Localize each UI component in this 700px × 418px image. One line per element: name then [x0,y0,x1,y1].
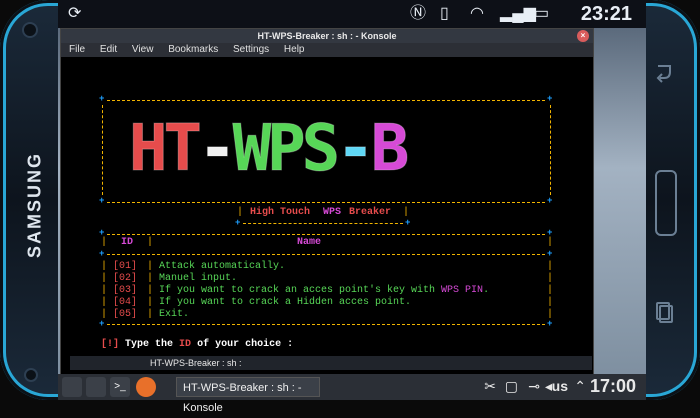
menu-edit[interactable]: Edit [100,44,117,55]
row-name: If you want to crack an acces point's ke… [159,285,490,296]
firefox-icon[interactable] [136,377,156,397]
taskbar: >_ HT-WPS-Breaker : sh : - Konsole ✂ ▢ ⊸… [58,374,646,414]
nfc-icon: Ⓝ [410,5,427,22]
row-id: [03] [113,285,138,296]
table-bar: | [147,237,154,248]
subtitle-wps: WPS [323,207,342,218]
home-button[interactable] [655,170,677,236]
camera-icon [22,22,38,38]
frame-right [550,105,551,195]
brand-logo: SAMSUNG [24,151,45,259]
status-time: 23:21 [580,3,632,25]
menu-view[interactable]: View [132,44,154,55]
frame-corner: + [547,319,553,329]
row-name: Manuel input. [159,273,238,284]
frame-corner: + [99,196,105,206]
battery-icon: ▭ [534,5,550,22]
table-header-name: Name [297,237,322,248]
frame-left [102,105,103,195]
menu-bar: File Edit View Bookmarks Settings Help [61,43,593,57]
android-status-bar: ⟳ Ⓝ ▯ ◠ ▂▄▆ ▭ 23:21 [58,0,646,28]
menu-bookmarks[interactable]: Bookmarks [168,44,218,55]
back-icon[interactable] [652,60,676,84]
terminal-icon[interactable]: >_ [110,377,130,397]
desktop-icon[interactable] [86,377,106,397]
konsole-window: HT-WPS-Breaker : sh : - Konsole × File E… [60,28,594,378]
table-top [107,234,545,235]
sensor-icon [24,368,38,382]
app-launcher-icon[interactable] [62,377,82,397]
table-bar: | [101,237,108,248]
window-title[interactable]: HT-WPS-Breaker : sh : - Konsole × [61,29,593,43]
table-bar: | [547,237,554,248]
prompt-line: [!] Type the ID of your choice : [101,339,294,350]
frame-corner: + [99,94,105,104]
menu-help[interactable]: Help [284,44,305,55]
signal-icon: ▂▄▆ [500,5,536,22]
frame-corner: + [99,249,105,259]
subtitle-breaker: Breaker [349,207,392,218]
table-bottom [107,324,545,325]
frame-corner: + [405,218,411,228]
row-id: [02] [113,273,138,284]
row-id: [05] [113,309,138,320]
menu-settings[interactable]: Settings [233,44,269,55]
taskbar-task-konsole[interactable]: HT-WPS-Breaker : sh : - Konsole [176,377,320,414]
frame-corner: + [547,196,553,206]
vibrate-icon: ▯ [440,5,449,22]
arrow-up-icon[interactable]: ⌃ [574,378,586,395]
menu-file[interactable]: File [69,44,85,55]
row-name: Exit. [159,309,190,320]
recent-apps-icon[interactable] [652,300,676,324]
ascii-logo: HT-WPS-B [129,112,410,186]
frame-corner: + [547,94,553,104]
close-icon[interactable]: × [577,30,589,42]
scissors-icon[interactable]: ✂ [484,378,496,395]
row-id: [01] [113,261,138,272]
chat-icon[interactable]: ▢ [505,378,518,395]
terminal-output[interactable]: + + + + HT-WPS-B | High Touch WPS Breake… [61,57,593,377]
table-header-sep [107,254,545,255]
subtitle-underline [243,223,403,224]
frame-corner: + [235,218,241,228]
row-name: Attack automatically. [159,261,286,272]
keyboard-layout[interactable]: us [552,378,568,394]
row-id: [04] [113,297,138,308]
wifi-icon: ◠ [470,5,484,22]
minimized-window-strip[interactable]: HT-WPS-Breaker : sh : [70,356,592,370]
frame-corner: + [547,249,553,259]
table-header-id: ID [121,237,134,248]
usb-icon[interactable]: ⊸ [528,378,540,395]
row-name: If you want to crack a Hidden acces poin… [159,297,412,308]
subtitle-high-touch: High Touch [250,207,311,218]
sync-icon: ⟳ [68,5,82,22]
frame-top [107,100,545,101]
clock[interactable]: 17:00 [590,376,636,397]
frame-bottom [107,202,545,203]
frame-corner: + [99,319,105,329]
